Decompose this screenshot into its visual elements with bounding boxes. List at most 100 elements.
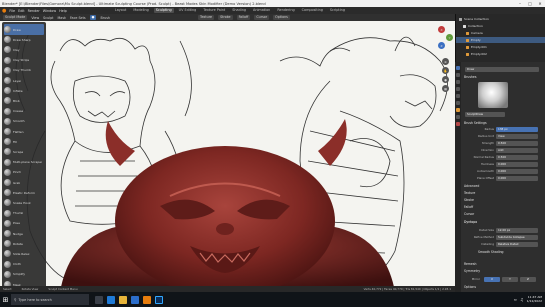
blender-logo-icon[interactable]: ●: [2, 8, 6, 14]
field-value[interactable]: 0.500: [496, 141, 538, 146]
menu-view[interactable]: View: [31, 16, 39, 20]
windows-start-icon[interactable]: ⊞: [0, 292, 11, 307]
menu-window[interactable]: Window: [43, 9, 56, 13]
field-value[interactable]: 12.00 px: [496, 228, 538, 233]
section-cursor[interactable]: Cursor: [464, 212, 544, 216]
file-explorer-icon[interactable]: [119, 295, 127, 304]
brush-dropdown[interactable]: Brush: [100, 16, 110, 20]
section-stroke[interactable]: Stroke: [464, 198, 544, 202]
field-value[interactable]: Relative Detail: [496, 242, 538, 247]
outliner-row[interactable]: Empty.001: [456, 44, 545, 50]
wifi-icon[interactable]: ≈: [514, 297, 517, 302]
field-value[interactable]: View: [496, 134, 538, 139]
menu-bar: ● File Edit Render Window Help Layout Mo…: [0, 7, 545, 14]
section-falloff[interactable]: Falloff: [464, 205, 544, 209]
section-brushes[interactable]: Brushes: [464, 75, 544, 79]
menu-sculpt[interactable]: Sculpt: [43, 16, 53, 20]
output-tab-icon[interactable]: [456, 80, 460, 84]
field-label: Direction: [481, 148, 494, 152]
scene-tab-icon[interactable]: [456, 94, 460, 98]
section-options[interactable]: Options: [464, 285, 544, 289]
store-icon[interactable]: [131, 295, 139, 304]
field-value[interactable]: 0.000: [496, 176, 538, 181]
brush-name-field[interactable]: Draw: [465, 67, 539, 72]
menu-help[interactable]: Help: [59, 9, 67, 13]
brush-preview[interactable]: [478, 82, 508, 108]
mirror-y-toggle[interactable]: Y: [502, 277, 518, 282]
brush-sphere-icon: [4, 87, 11, 95]
menu-mask[interactable]: Mask: [57, 16, 66, 20]
sculpt-draw-field[interactable]: SculptDraw: [465, 112, 505, 117]
blender-app-icon[interactable]: [143, 295, 151, 304]
outliner-row[interactable]: Empty: [456, 37, 545, 43]
navigation-gizmo-y[interactable]: Y: [446, 34, 453, 41]
options-dropdown[interactable]: Options: [273, 15, 290, 20]
view-layer-tab-icon[interactable]: [456, 87, 460, 91]
world-tab-icon[interactable]: [456, 101, 460, 105]
volume-icon[interactable]: ♫: [520, 297, 524, 302]
section-texture[interactable]: Texture: [464, 191, 544, 195]
outliner-row[interactable]: Collection: [456, 23, 545, 29]
field-value[interactable]: Add: [496, 148, 538, 153]
tab-modeling[interactable]: Modeling: [131, 8, 150, 13]
tab-animation[interactable]: Animation: [251, 8, 272, 13]
tab-uv-editing[interactable]: UV Editing: [177, 8, 199, 13]
field-value[interactable]: 0.000: [496, 162, 538, 167]
tab-rendering[interactable]: Rendering: [275, 8, 296, 13]
render-tab-icon[interactable]: [456, 73, 460, 77]
field-value[interactable]: 138 px: [496, 127, 538, 132]
maximize-icon[interactable]: □: [525, 0, 535, 7]
mode-selector[interactable]: Sculpt Mode: [3, 15, 28, 20]
section-symmetry[interactable]: Symmetry: [464, 269, 544, 273]
task-view-icon[interactable]: [95, 295, 103, 304]
zoom-icon[interactable]: ⊕: [442, 58, 449, 65]
menu-file[interactable]: File: [9, 9, 15, 13]
navigation-gizmo-z[interactable]: Z: [438, 42, 445, 49]
edge-icon[interactable]: [107, 295, 115, 304]
tool-tab-icon[interactable]: [456, 66, 460, 70]
object-tab-icon[interactable]: [456, 108, 460, 112]
clock[interactable]: 11:47 AM 1/12/2022: [527, 295, 542, 303]
tab-scripting[interactable]: Scripting: [328, 8, 347, 13]
tab-texture-paint[interactable]: Texture Paint: [201, 8, 227, 13]
photoshop-icon[interactable]: [155, 295, 163, 304]
menu-render[interactable]: Render: [28, 9, 40, 13]
mirror-x-toggle[interactable]: X: [484, 277, 500, 282]
field-value[interactable]: Subdivide Collapse: [496, 235, 538, 240]
field-value[interactable]: 0.000: [496, 169, 538, 174]
tab-compositing[interactable]: Compositing: [300, 8, 325, 13]
tab-shading[interactable]: Shading: [230, 8, 248, 13]
outliner-row[interactable]: Scene Collection: [456, 16, 545, 22]
texture-dropdown[interactable]: Texture: [198, 15, 215, 20]
brush-icon[interactable]: ●: [89, 15, 97, 20]
section-remesh[interactable]: Remesh: [464, 262, 544, 266]
brush-sphere-icon: [4, 179, 11, 186]
falloff-dropdown[interactable]: Falloff: [236, 15, 251, 20]
field-value[interactable]: 0.500: [496, 155, 538, 160]
grid-icon[interactable]: ▦: [442, 85, 449, 92]
mirror-z-toggle[interactable]: Z: [520, 277, 536, 282]
section-advanced[interactable]: Advanced: [464, 184, 544, 188]
tool-label: Draw Sharp: [13, 37, 31, 42]
cursor-dropdown[interactable]: Cursor: [254, 15, 270, 20]
camera-icon[interactable]: ●: [442, 76, 449, 83]
tool-label: Crease: [13, 109, 24, 114]
tab-sculpting[interactable]: Sculpting: [153, 8, 174, 13]
stroke-dropdown[interactable]: Stroke: [218, 15, 233, 20]
menu-edit[interactable]: Edit: [18, 9, 25, 13]
navigation-gizmo-x[interactable]: X: [438, 26, 445, 33]
section-dyntopo[interactable]: Dyntopo: [464, 220, 544, 224]
section-brush-settings[interactable]: Brush Settings: [464, 121, 544, 125]
outliner-row[interactable]: Empty.002: [456, 51, 545, 57]
minimize-icon[interactable]: –: [515, 0, 525, 7]
material-tab-icon[interactable]: [456, 122, 460, 126]
modifier-tab-icon[interactable]: [456, 115, 460, 119]
tab-layout[interactable]: Layout: [113, 8, 129, 13]
3d-viewport[interactable]: [0, 21, 455, 292]
menu-face-sets[interactable]: Face Sets: [70, 16, 86, 20]
smooth-shading-checkbox[interactable]: Smooth Shading: [478, 250, 545, 254]
outliner-row[interactable]: Camera: [456, 30, 545, 36]
pan-hand-icon[interactable]: ✋: [442, 67, 449, 74]
close-icon[interactable]: ✕: [535, 0, 545, 7]
taskbar-search[interactable]: ⚲ Type here to search: [11, 294, 89, 305]
